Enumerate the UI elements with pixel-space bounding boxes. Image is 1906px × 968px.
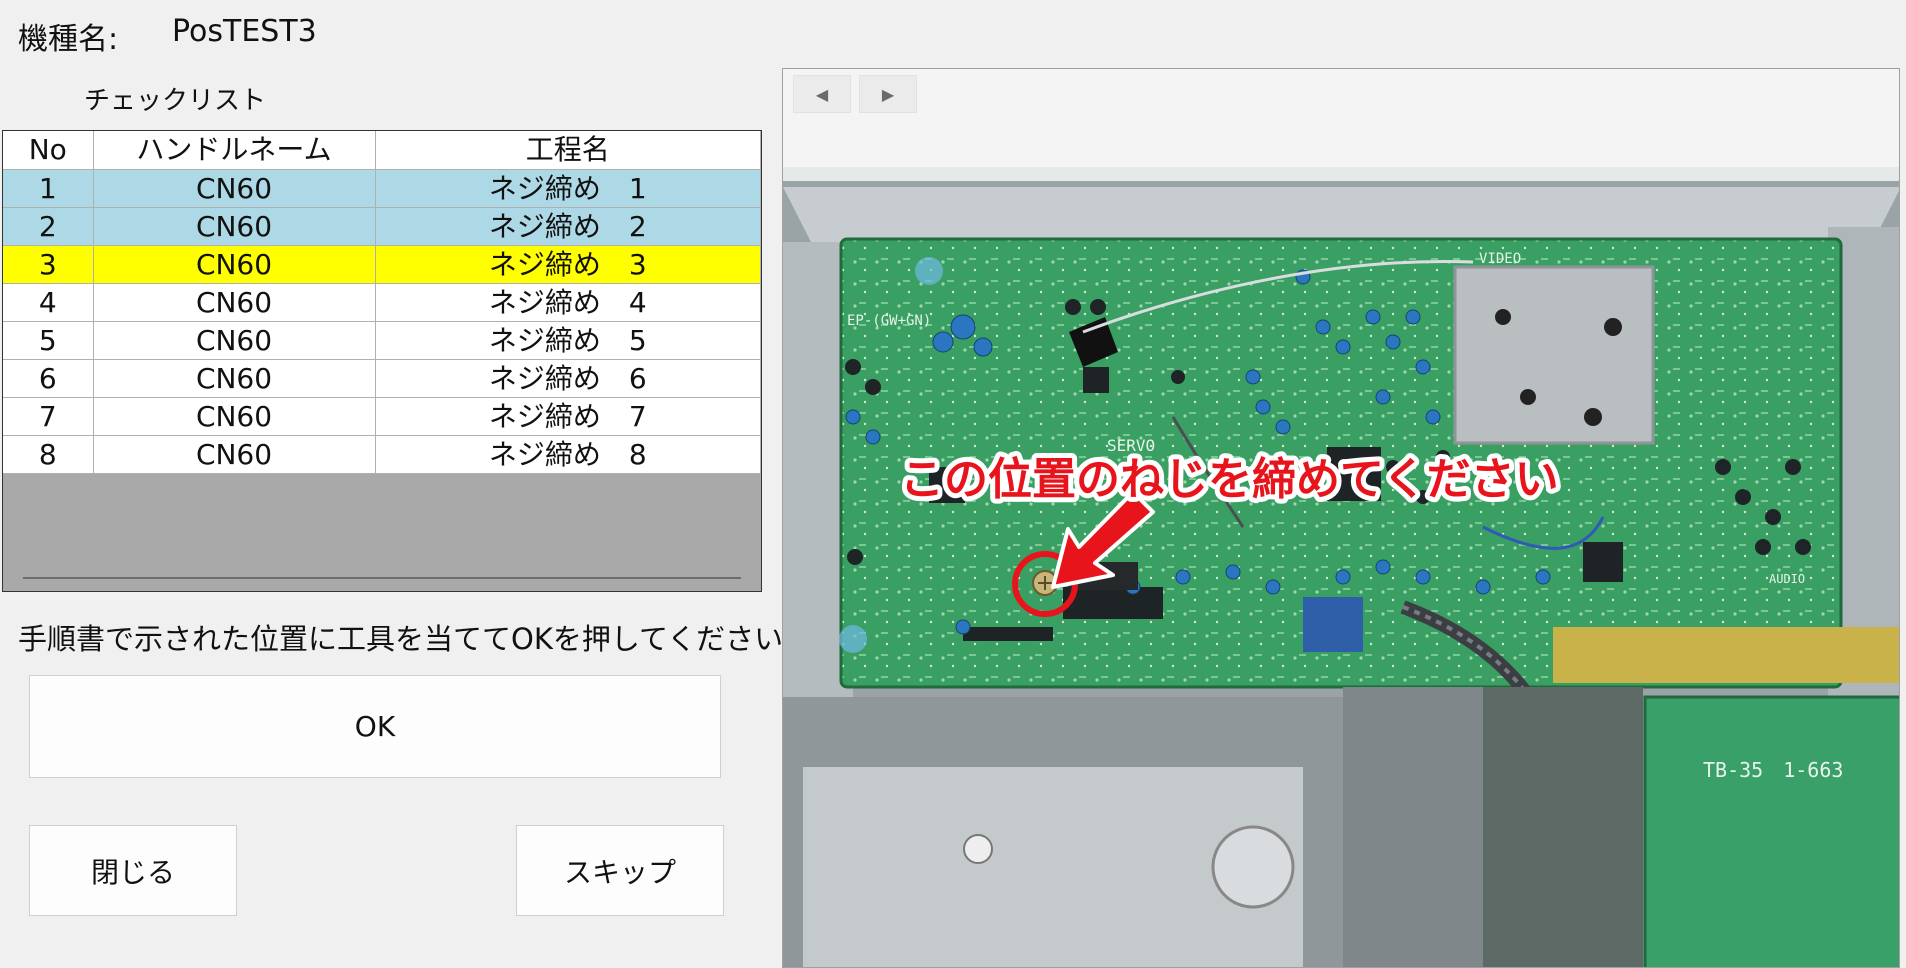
table-row[interactable]: 3 CN60 ネジ締め 3 [3,245,761,284]
servo-label: SERVO [1107,436,1155,455]
silk-label: EP-(GW+GN) [847,313,931,329]
cell-process-name: ネジ締め 5 [375,321,761,360]
image-viewer: ◀ ▶ TB-35 1-663 EP-(GW+GN) SERVO VIDEO A… [782,68,1900,968]
cell-handle-name: CN60 [93,397,376,436]
cell-handle-name: CN60 [93,245,376,284]
video-label: VIDEO [1479,251,1521,267]
table-row[interactable]: 2 CN60 ネジ締め 2 [3,207,761,246]
cell-no: 4 [3,283,94,322]
skip-button[interactable]: スキップ [516,825,724,916]
table-row[interactable]: 6 CN60 ネジ締め 6 [3,359,761,398]
cell-process-name: ネジ締め 3 [375,245,761,284]
cell-no: 7 [3,397,94,436]
cell-handle-name: CN60 [93,435,376,474]
previous-image-button[interactable]: ◀ [793,75,851,113]
column-header-handle-name[interactable]: ハンドルネーム [93,131,376,170]
checklist-table[interactable]: No ハンドルネーム 工程名 1 CN60 ネジ締め 1 2 CN60 ネジ締め 2 3 CN… [2,130,762,592]
cell-process-name: ネジ締め 1 [375,169,761,208]
cell-process-name: ネジ締め 2 [375,207,761,246]
work-instruction-photo: TB-35 1-663 EP-(GW+GN) SERVO VIDEO AUDIO [783,167,1899,967]
model-name-label: 機種名: [18,22,119,57]
viewer-toolbar: ◀ ▶ [783,69,1899,167]
cell-handle-name: CN60 [93,283,376,322]
column-header-no[interactable]: No [3,131,94,170]
cell-process-name: ネジ締め 8 [375,435,761,474]
triangle-left-icon: ◀ [815,84,829,104]
audio-label: AUDIO [1769,572,1805,586]
cell-process-name: ネジ締め 7 [375,397,761,436]
instruction-text: 手順書で示された位置に工具を当ててOKを押してください。 [18,622,813,656]
cell-no: 1 [3,169,94,208]
table-row[interactable]: 8 CN60 ネジ締め 8 [3,435,761,474]
cell-process-name: ネジ締め 4 [375,283,761,322]
sub-board-label: TB-35 1-663 [1703,758,1843,782]
shield-can [1453,265,1655,445]
cell-no: 2 [3,207,94,246]
cell-handle-name: CN60 [93,321,376,360]
column-header-process-name[interactable]: 工程名 [375,131,761,170]
cell-no: 6 [3,359,94,398]
ok-button[interactable]: OK [29,675,721,778]
table-row[interactable]: 4 CN60 ネジ締め 4 [3,283,761,322]
cell-no: 8 [3,435,94,474]
table-row[interactable]: 7 CN60 ネジ締め 7 [3,397,761,436]
cell-process-name: ネジ締め 6 [375,359,761,398]
app-window: 機種名: PosTEST3 チェックリスト No ハンドルネーム 工程名 1 CN… [0,0,1906,968]
table-header-row: No ハンドルネーム 工程名 [3,131,761,170]
cell-no: 5 [3,321,94,360]
table-row[interactable]: 1 CN60 ネジ締め 1 [3,169,761,208]
close-button[interactable]: 閉じる [29,825,237,916]
cell-handle-name: CN60 [93,169,376,208]
model-name-value: PosTEST3 [172,14,317,49]
table-horizontal-scrollbar[interactable] [23,577,741,579]
triangle-right-icon: ▶ [881,84,895,104]
cell-no: 3 [3,245,94,284]
cell-handle-name: CN60 [93,207,376,246]
checklist-label: チェックリスト [84,86,267,116]
cell-handle-name: CN60 [93,359,376,398]
sub-board [1643,695,1899,967]
callout-text: この位置のねじを締めてください [900,454,1559,505]
next-image-button[interactable]: ▶ [859,75,917,113]
table-row[interactable]: 5 CN60 ネジ締め 5 [3,321,761,360]
